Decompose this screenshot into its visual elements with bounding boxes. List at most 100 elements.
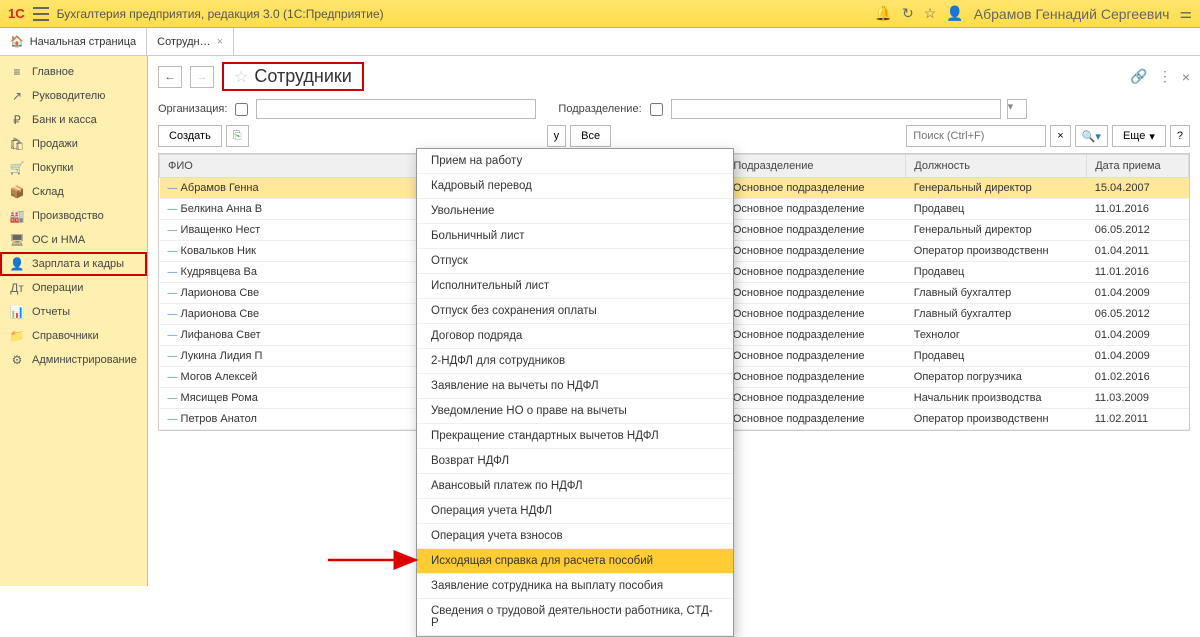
- sidebar-label: Продажи: [32, 138, 78, 150]
- dropdown-item[interactable]: Исполнительный лист: [417, 274, 733, 299]
- back-button[interactable]: ←: [158, 66, 182, 88]
- tabs: 🏠 Начальная страница Сотрудн… ×: [0, 28, 1200, 56]
- sidebar-item[interactable]: 🖥 ОС и НМА: [0, 228, 147, 252]
- sidebar-icon: 📊: [10, 305, 24, 319]
- menu-icon[interactable]: [33, 7, 49, 21]
- dept-select[interactable]: [671, 99, 1001, 119]
- sidebar-icon: 📁: [10, 329, 24, 343]
- sidebar-item[interactable]: ↗Руководителю: [0, 84, 147, 108]
- sidebar-item[interactable]: 🛒Покупки: [0, 156, 147, 180]
- create-dropdown: Прием на работуКадровый переводУвольнени…: [416, 148, 734, 637]
- dropdown-item[interactable]: Заявление сотрудника на выплату пособия: [417, 574, 733, 599]
- sidebar-item[interactable]: 🏭Производство: [0, 204, 147, 228]
- create-button[interactable]: Создать: [158, 125, 222, 147]
- org-checkbox[interactable]: [235, 103, 248, 116]
- close-icon[interactable]: ×: [217, 36, 223, 48]
- row-marker-icon: —: [168, 183, 178, 194]
- close-panel-icon[interactable]: ×: [1182, 69, 1190, 85]
- sidebar-item[interactable]: ₽Банк и касса: [0, 108, 147, 132]
- sidebar-label: ОС и НМА: [32, 234, 85, 246]
- dropdown-item[interactable]: Отпуск без сохранения оплаты: [417, 299, 733, 324]
- column-header[interactable]: Подразделение: [725, 155, 906, 178]
- tab-label: Сотрудн…: [157, 36, 210, 48]
- sidebar-item[interactable]: 📊Отчеты: [0, 300, 147, 324]
- more-button[interactable]: Еще ▾: [1112, 125, 1166, 147]
- link-icon[interactable]: 🔗: [1130, 68, 1147, 85]
- row-marker-icon: —: [168, 414, 178, 425]
- sidebar-item[interactable]: ДтОперации: [0, 276, 147, 300]
- filter-row: Организация: Подразделение: ▾: [158, 99, 1190, 119]
- dropdown-item[interactable]: Заявление на вычеты по НДФЛ: [417, 374, 733, 399]
- dropdown-item[interactable]: Операция учета взносов: [417, 524, 733, 549]
- sidebar-item[interactable]: 🛍 Продажи: [0, 132, 147, 156]
- dropdown-item[interactable]: Уведомление НО о праве на вычеты: [417, 399, 733, 424]
- titlebar-actions: 🔔 ↻ ☆ 👤 Абрамов Геннадий Сергеевич ⚌: [875, 5, 1192, 22]
- dropdown-item[interactable]: Прием на работу: [417, 149, 733, 174]
- sidebar-label: Зарплата и кадры: [32, 258, 124, 270]
- row-marker-icon: —: [168, 330, 178, 341]
- sidebar-label: Справочники: [32, 330, 99, 342]
- sidebar-icon: 🖥: [10, 233, 24, 247]
- sidebar-icon: 🛍: [10, 137, 24, 151]
- dept-checkbox[interactable]: [650, 103, 663, 116]
- equals-icon[interactable]: ⚌: [1179, 5, 1192, 22]
- sidebar: ≡Главное↗Руководителю₽Банк и касса 🛍 Прода…: [0, 56, 148, 586]
- dropdown-item[interactable]: Прекращение стандартных вычетов НДФЛ: [417, 424, 733, 449]
- username: Абрамов Геннадий Сергеевич: [974, 6, 1170, 22]
- sidebar-item[interactable]: ≡Главное: [0, 60, 147, 84]
- search-go-button[interactable]: 🔍▾: [1075, 125, 1108, 147]
- org-select[interactable]: [256, 99, 536, 119]
- sidebar-icon: 🛒: [10, 161, 24, 175]
- kebab-icon[interactable]: ⋮: [1158, 68, 1172, 85]
- dropdown-item[interactable]: Отпуск: [417, 249, 733, 274]
- dropdown-item[interactable]: Исходящая справка для расчета пособий: [417, 549, 733, 574]
- row-marker-icon: —: [168, 351, 178, 362]
- bell-icon[interactable]: 🔔: [875, 5, 892, 22]
- row-marker-icon: —: [168, 225, 178, 236]
- forward-button[interactable]: →: [190, 66, 214, 88]
- column-header[interactable]: Должность: [906, 155, 1087, 178]
- search-input[interactable]: [906, 125, 1046, 147]
- dropdown-item[interactable]: Увольнение: [417, 199, 733, 224]
- dropdown-item[interactable]: Кадровый перевод: [417, 174, 733, 199]
- dropdown-item[interactable]: 2-НДФЛ для сотрудников: [417, 349, 733, 374]
- sidebar-item[interactable]: 👤Зарплата и кадры: [0, 252, 147, 276]
- help-button[interactable]: ?: [1170, 125, 1190, 147]
- row-marker-icon: —: [168, 288, 178, 299]
- tab-employees[interactable]: Сотрудн… ×: [147, 28, 234, 55]
- annotation-arrow: [328, 545, 428, 575]
- column-header[interactable]: Дата приема: [1087, 155, 1189, 178]
- star-icon[interactable]: ☆: [924, 5, 937, 22]
- logo-1c: 1C: [8, 6, 25, 21]
- dropdown-item[interactable]: Операция учета НДФЛ: [417, 499, 733, 524]
- copy-button[interactable]: ⎘: [226, 125, 249, 147]
- search-clear-button[interactable]: ×: [1050, 125, 1070, 147]
- history-icon[interactable]: ↻: [902, 5, 914, 22]
- row-marker-icon: —: [168, 204, 178, 215]
- titlebar: 1C Бухгалтерия предприятия, редакция 3.0…: [0, 0, 1200, 28]
- sidebar-item[interactable]: 📦 Склад: [0, 180, 147, 204]
- sidebar-icon: Дт: [10, 281, 24, 295]
- app-title: Бухгалтерия предприятия, редакция 3.0 (1…: [57, 7, 867, 21]
- dropdown-item[interactable]: Авансовый платеж по НДФЛ: [417, 474, 733, 499]
- sidebar-item[interactable]: 📁 Справочники: [0, 324, 147, 348]
- sidebar-label: Главное: [32, 66, 74, 78]
- sidebar-icon: ₽: [10, 113, 24, 127]
- all-button[interactable]: Все: [570, 125, 611, 147]
- filter-y-button[interactable]: у: [547, 125, 567, 147]
- row-marker-icon: —: [168, 267, 178, 278]
- toolbar: Создать ⎘ у Все × 🔍▾ Еще ▾ ?: [158, 125, 1190, 147]
- sidebar-icon: 📦: [10, 185, 24, 199]
- dept-select-dropdown[interactable]: ▾: [1007, 99, 1027, 119]
- dropdown-item[interactable]: Возврат НДФЛ: [417, 449, 733, 474]
- dropdown-item[interactable]: Сведения о трудовой деятельности работни…: [417, 599, 733, 636]
- dropdown-item[interactable]: Договор подряда: [417, 324, 733, 349]
- sidebar-item[interactable]: ⚙Администрирование: [0, 348, 147, 372]
- sidebar-icon: ↗: [10, 89, 24, 103]
- sidebar-label: Склад: [32, 186, 64, 198]
- page-title: Сотрудники: [254, 66, 352, 87]
- favorite-star-icon[interactable]: ☆: [234, 67, 248, 87]
- tab-home[interactable]: 🏠 Начальная страница: [0, 28, 147, 55]
- dropdown-item[interactable]: Больничный лист: [417, 224, 733, 249]
- user-icon[interactable]: 👤: [946, 5, 963, 22]
